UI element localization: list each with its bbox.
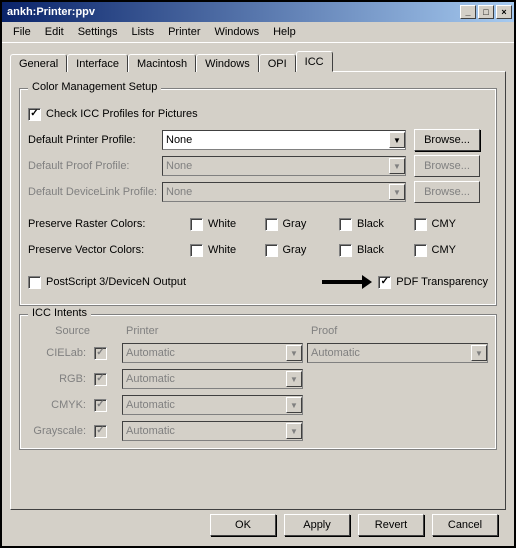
tab-windows[interactable]: Windows <box>196 54 259 72</box>
revert-button[interactable]: Revert <box>358 514 424 536</box>
vector-gray-checkbox[interactable] <box>265 244 278 257</box>
row-devicelink-profile: Default DeviceLink Profile: None ▼ Brows… <box>28 181 488 203</box>
window-title: ankh:Printer:ppv <box>4 6 458 18</box>
tab-opi[interactable]: OPI <box>259 54 296 72</box>
intents-head-source: Source <box>28 325 90 337</box>
pdf-transparency-label: PDF Transparency <box>396 276 488 288</box>
tab-general[interactable]: General <box>10 54 67 72</box>
vector-black-checkbox[interactable] <box>339 244 352 257</box>
intent-grayscale-label: Grayscale: <box>28 425 90 437</box>
intent-rgb-checkbox <box>94 373 107 386</box>
intent-cielab-label: CIELab: <box>28 347 90 359</box>
minimize-button[interactable]: _ <box>460 5 476 19</box>
row-preserve-raster: Preserve Raster Colors: White Gray Black… <box>28 213 488 235</box>
maximize-icon: □ <box>483 7 488 17</box>
proof-profile-label: Default Proof Profile: <box>28 160 162 172</box>
intent-rgb-label: RGB: <box>28 373 90 385</box>
tab-macintosh[interactable]: Macintosh <box>128 54 196 72</box>
menu-windows[interactable]: Windows <box>207 24 266 40</box>
devicelink-profile-select: None ▼ <box>162 182 406 202</box>
chevron-down-icon: ▼ <box>286 423 302 439</box>
arrow-icon <box>322 277 372 287</box>
row-printer-profile: Default Printer Profile: None ▼ Browse..… <box>28 129 488 151</box>
menu-lists[interactable]: Lists <box>124 24 161 40</box>
client-area: General Interface Macintosh Windows OPI … <box>2 42 514 546</box>
postscript-checkbox[interactable] <box>28 276 41 289</box>
printer-profile-select[interactable]: None ▼ <box>162 130 406 150</box>
chevron-down-icon: ▼ <box>389 184 405 200</box>
proof-profile-browse-button: Browse... <box>414 155 480 177</box>
apply-button[interactable]: Apply <box>284 514 350 536</box>
printer-profile-value: None <box>166 134 192 146</box>
intent-cmyk-label: CMYK: <box>28 399 90 411</box>
vector-white-checkbox[interactable] <box>190 244 203 257</box>
ok-button[interactable]: OK <box>210 514 276 536</box>
minimize-icon: _ <box>465 7 470 17</box>
intents-head-printer: Printer <box>122 325 303 337</box>
printer-profile-label: Default Printer Profile: <box>28 134 162 146</box>
chevron-down-icon: ▼ <box>389 158 405 174</box>
preserve-vector-label: Preserve Vector Colors: <box>28 244 162 256</box>
menu-file[interactable]: File <box>6 24 38 40</box>
raster-white-checkbox[interactable] <box>190 218 203 231</box>
devicelink-profile-label: Default DeviceLink Profile: <box>28 186 162 198</box>
group-color-management: Color Management Setup Check ICC Profile… <box>19 88 497 306</box>
tab-interface[interactable]: Interface <box>67 54 128 72</box>
row-preserve-vector: Preserve Vector Colors: White Gray Black… <box>28 239 488 261</box>
menu-settings[interactable]: Settings <box>71 24 125 40</box>
close-icon: × <box>501 7 506 17</box>
maximize-button[interactable]: □ <box>478 5 494 19</box>
chevron-down-icon: ▼ <box>286 345 302 361</box>
intents-head-proof: Proof <box>307 325 488 337</box>
intent-rgb-printer-select: Automatic▼ <box>122 369 303 389</box>
proof-profile-select: None ▼ <box>162 156 406 176</box>
check-icc-profiles-checkbox[interactable] <box>28 108 41 121</box>
intent-grayscale-printer-select: Automatic▼ <box>122 421 303 441</box>
row-ps-pdf: PostScript 3/DeviceN Output PDF Transpar… <box>28 271 488 293</box>
intent-cielab-checkbox <box>94 347 107 360</box>
menu-printer[interactable]: Printer <box>161 24 207 40</box>
tab-strip: General Interface Macintosh Windows OPI … <box>10 49 506 71</box>
tab-panel: Color Management Setup Check ICC Profile… <box>10 71 506 510</box>
chevron-down-icon: ▼ <box>286 371 302 387</box>
intent-cielab-proof-select: Automatic▼ <box>307 343 488 363</box>
titlebar[interactable]: ankh:Printer:ppv _ □ × <box>2 2 514 22</box>
vector-cmy-checkbox[interactable] <box>414 244 427 257</box>
group-icc-intents: ICC Intents Source Printer Proof CIELab:… <box>19 314 497 450</box>
row-proof-profile: Default Proof Profile: None ▼ Browse... <box>28 155 488 177</box>
intent-grayscale-checkbox <box>94 425 107 438</box>
app-window: ankh:Printer:ppv _ □ × File Edit Setting… <box>0 0 516 548</box>
menu-help[interactable]: Help <box>266 24 303 40</box>
raster-black-checkbox[interactable] <box>339 218 352 231</box>
preserve-raster-label: Preserve Raster Colors: <box>28 218 162 230</box>
pdf-transparency-checkbox[interactable] <box>378 276 391 289</box>
devicelink-profile-browse-button: Browse... <box>414 181 480 203</box>
chevron-down-icon: ▼ <box>286 397 302 413</box>
devicelink-profile-value: None <box>166 186 192 198</box>
intent-cmyk-checkbox <box>94 399 107 412</box>
intents-grid: Source Printer Proof CIELab: Automatic▼ … <box>28 325 488 441</box>
postscript-label: PostScript 3/DeviceN Output <box>46 276 186 288</box>
check-icc-profiles-label: Check ICC Profiles for Pictures <box>46 108 198 120</box>
cancel-button[interactable]: Cancel <box>432 514 498 536</box>
chevron-down-icon: ▼ <box>389 132 405 148</box>
intent-cmyk-printer-select: Automatic▼ <box>122 395 303 415</box>
menubar: File Edit Settings Lists Printer Windows… <box>2 22 514 42</box>
row-check-profiles: Check ICC Profiles for Pictures <box>28 103 488 125</box>
menu-edit[interactable]: Edit <box>38 24 71 40</box>
intent-cielab-printer-select: Automatic▼ <box>122 343 303 363</box>
group-color-management-title: Color Management Setup <box>28 81 161 93</box>
proof-profile-value: None <box>166 160 192 172</box>
dialog-button-row: OK Apply Revert Cancel <box>10 510 506 538</box>
raster-cmy-checkbox[interactable] <box>414 218 427 231</box>
tab-icc[interactable]: ICC <box>296 51 333 72</box>
group-icc-intents-title: ICC Intents <box>28 307 91 319</box>
raster-gray-checkbox[interactable] <box>265 218 278 231</box>
close-button[interactable]: × <box>496 5 512 19</box>
printer-profile-browse-button[interactable]: Browse... <box>414 129 480 151</box>
chevron-down-icon: ▼ <box>471 345 487 361</box>
